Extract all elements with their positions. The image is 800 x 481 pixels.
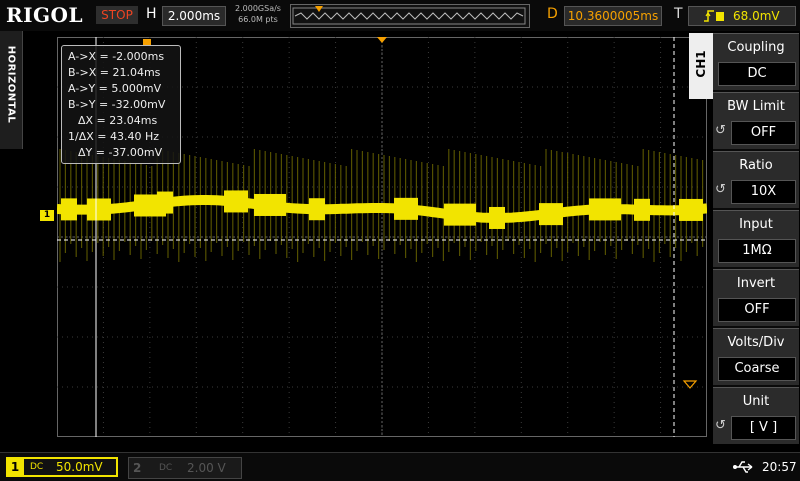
ch2-number: 2	[133, 461, 142, 475]
ch1-burst	[224, 190, 248, 213]
cursor-bx: B->X = 21.04ms	[68, 66, 161, 79]
ch1-burst	[254, 193, 286, 216]
menu-bw-limit-value: OFF	[731, 121, 796, 145]
menu-coupling[interactable]: Coupling DC	[713, 33, 799, 90]
menu-unit-title: Unit	[742, 394, 770, 409]
timebase-value[interactable]: 2.000ms	[162, 6, 226, 26]
trigger-level-marker	[682, 380, 698, 389]
run-state-badge[interactable]: STOP	[96, 6, 138, 24]
usb-icon	[732, 458, 756, 476]
ch1-coupling: DC	[30, 462, 44, 472]
ch1-status[interactable]: 1 DC 50.0mV	[6, 457, 118, 477]
ch2-scale: 2.00 V	[187, 461, 226, 475]
bottom-channel-bar: 1 DC 50.0mV 2 DC 2.00 V 20:57	[0, 452, 800, 481]
ch1-burst	[634, 198, 650, 221]
cursor-dx: ΔX = 23.04ms	[78, 114, 158, 127]
channel-tab-label: CH1	[694, 50, 708, 78]
menu-ratio-title: Ratio	[739, 158, 773, 173]
menu-volts-div-value: Coarse	[718, 357, 796, 381]
menu-volts-div-title: Volts/Div	[727, 335, 785, 350]
delay-label: D	[547, 6, 558, 22]
knob-select-icon: ↺	[715, 123, 726, 138]
menu-input-title: Input	[739, 217, 773, 232]
menu-volts-div[interactable]: Volts/Div Coarse	[713, 328, 799, 385]
menu-input[interactable]: Input 1MΩ	[713, 210, 799, 267]
cursor-ax: A->X = -2.000ms	[68, 50, 165, 63]
knob-select-icon: ↺	[715, 418, 726, 433]
trigger-position-value[interactable]: 10.3600005ms	[564, 6, 662, 26]
ch1-burst	[539, 203, 563, 226]
cursor-ay: A->Y = 5.000mV	[68, 82, 162, 95]
menu-coupling-value: DC	[718, 62, 796, 86]
top-status-bar: RIGOL STOP H 2.000ms 2.000GSa/s 66.0M pt…	[0, 0, 800, 31]
ch1-scale: 50.0mV	[56, 460, 103, 474]
trigger-time-marker	[377, 37, 387, 43]
sample-rate: 2.000GSa/s	[235, 4, 281, 13]
ch1-burst	[87, 198, 111, 221]
brand-logo: RIGOL	[6, 3, 84, 27]
channel-softkey-menu: Coupling DC BW Limit ↺ OFF Ratio ↺ 10X I…	[713, 33, 799, 444]
ch2-coupling: DC	[159, 463, 173, 473]
memory-overview-bar[interactable]	[290, 4, 530, 28]
menu-bw-limit-title: BW Limit	[727, 99, 785, 114]
ch1-burst	[157, 191, 173, 214]
menu-ratio[interactable]: Ratio ↺ 10X	[713, 151, 799, 208]
cursor-inv-dx: 1/ΔX = 43.40 Hz	[68, 130, 160, 143]
acquisition-info: 2.000GSa/s 66.0M pts	[230, 3, 286, 25]
channel1-source-icon	[715, 7, 725, 30]
menu-unit[interactable]: Unit ↺ [ V ]	[713, 387, 799, 444]
ch1-burst	[489, 206, 505, 229]
menu-ratio-value: 10X	[731, 180, 796, 204]
channel-menu-tab[interactable]: CH1	[689, 33, 713, 99]
menu-invert[interactable]: Invert OFF	[713, 269, 799, 326]
memory-depth: 66.0M pts	[238, 15, 278, 24]
knob-select-icon: ↺	[715, 182, 726, 197]
horizontal-tab-label: HORIZONTAL	[5, 45, 17, 124]
ch1-burst	[589, 198, 621, 221]
menu-invert-value: OFF	[718, 298, 796, 322]
memory-overview-waveform	[292, 6, 526, 25]
cursor-dy: ΔY = -37.00mV	[78, 146, 163, 159]
horizontal-menu-tab[interactable]: HORIZONTAL	[0, 31, 23, 149]
ch2-status[interactable]: 2 DC 2.00 V	[128, 457, 242, 479]
ch1-burst	[679, 198, 703, 221]
menu-coupling-title: Coupling	[727, 40, 785, 55]
cursor-by: B->Y = -32.00mV	[68, 98, 166, 111]
ch1-burst	[444, 203, 476, 226]
clock: 20:57	[762, 460, 797, 474]
menu-invert-title: Invert	[736, 276, 776, 291]
trigger-label: T	[674, 6, 683, 22]
trigger-position-marker	[315, 6, 323, 12]
ch1-number: 1	[10, 460, 20, 474]
cursor-readout-panel: A->X = -2.000ms B->X = 21.04ms A->Y = 5.…	[61, 45, 181, 164]
trigger-level-box[interactable]: 68.0mV	[688, 6, 796, 26]
menu-input-value: 1MΩ	[718, 239, 796, 263]
ch1-offset-marker[interactable]: 1	[40, 210, 54, 221]
ch1-burst	[61, 198, 77, 221]
ch1-burst	[309, 198, 325, 221]
ch1-settings: DC 50.0mV	[24, 459, 116, 475]
rising-edge-icon	[703, 7, 715, 30]
menu-bw-limit[interactable]: BW Limit ↺ OFF	[713, 92, 799, 149]
ch1-burst	[394, 197, 418, 220]
trigger-level-value: 68.0mV	[733, 9, 780, 23]
menu-unit-value: [ V ]	[731, 416, 796, 440]
horizontal-label: H	[146, 6, 157, 22]
